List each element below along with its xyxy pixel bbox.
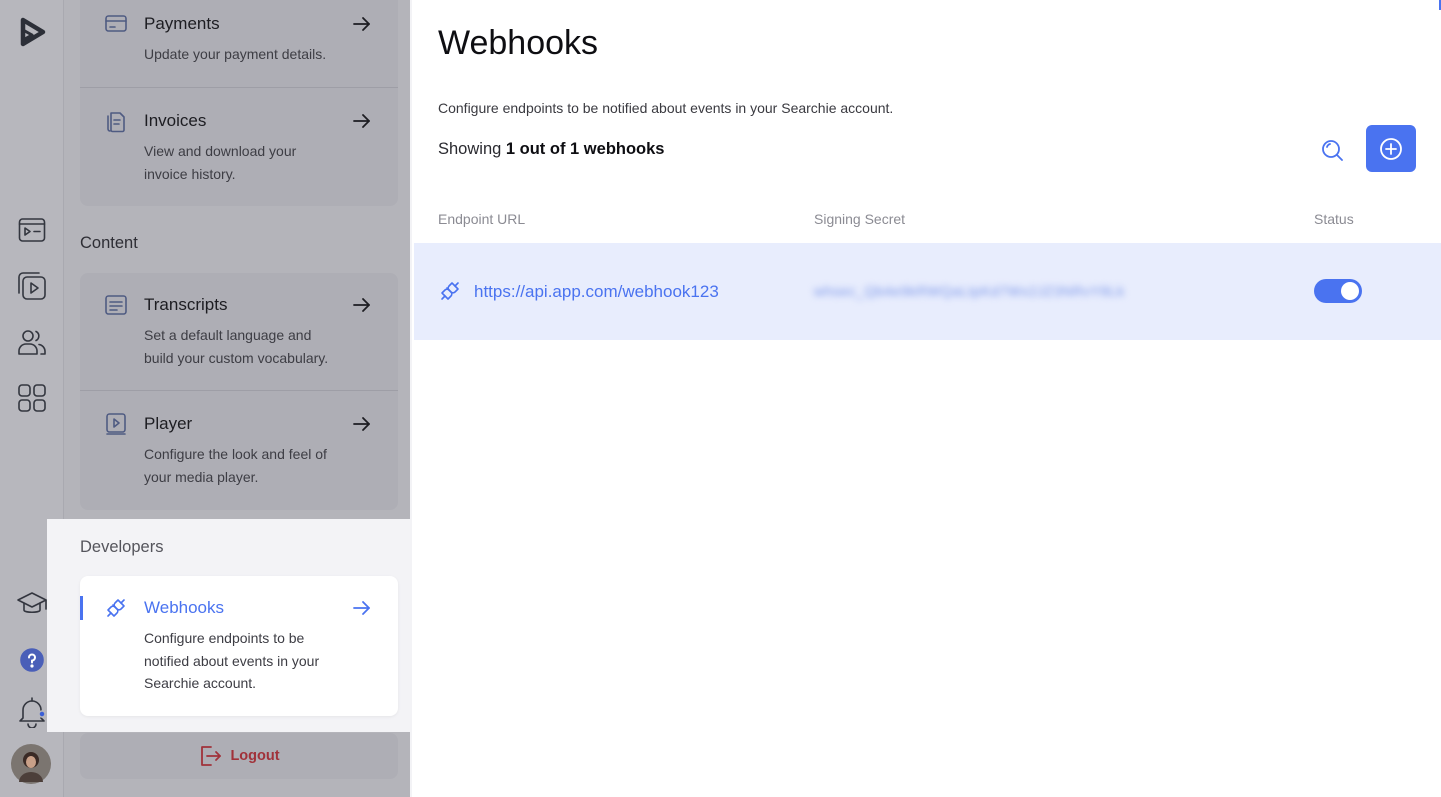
settings-item-desc: Set a default language and build your cu… [144,327,329,366]
settings-item-desc: Update your payment details. [144,46,327,62]
endpoint-url-link[interactable]: https://api.app.com/webhook123 [474,282,719,302]
notification-bell-icon[interactable] [14,694,50,730]
settings-item-title: Webhooks [144,598,225,617]
help-icon[interactable] [14,642,50,678]
player-icon [104,412,128,436]
settings-item-title: Payments [144,14,220,33]
media-library-icon[interactable] [14,268,50,304]
transcript-icon [104,293,128,317]
table-row[interactable]: https://api.app.com/webhook123 whsec_Qb4… [414,243,1441,340]
plug-icon [104,596,128,620]
divider [80,87,398,88]
arrow-right-icon [352,111,372,131]
arrow-right-icon [352,295,372,315]
plug-icon [438,279,462,303]
webhooks-page: Webhooks Configure endpoints to be notif… [412,0,1441,797]
column-header-endpoint[interactable]: Endpoint URL [438,211,525,227]
section-heading-content: Content [80,234,138,252]
settings-item-desc: Configure the look and feel of your medi… [144,446,327,485]
divider [80,390,398,391]
results-count-prefix: Showing [438,140,502,158]
settings-item-transcripts[interactable]: Transcripts Set a default language and b… [80,293,398,383]
toggle-knob [1341,282,1359,300]
column-header-status[interactable]: Status [1314,211,1354,227]
search-button[interactable] [1318,136,1346,164]
page-title: Webhooks [438,24,599,62]
add-webhook-button[interactable] [1366,125,1416,172]
settings-item-invoices[interactable]: Invoices View and download your invoice … [80,109,398,199]
logout-icon [201,746,222,766]
settings-item-player[interactable]: Player Configure the look and feel of yo… [80,412,398,502]
settings-item-desc: View and download your invoice history. [144,143,297,182]
search-icon [1322,140,1343,161]
logout-button[interactable]: Logout [80,733,398,779]
results-count-value: 1 out of 1 webhooks [505,140,665,158]
users-icon[interactable] [14,324,50,360]
user-avatar[interactable] [11,744,51,784]
page-subtitle: Configure endpoints to be notified about… [438,100,894,116]
settings-item-title: Transcripts [144,295,228,314]
arrow-right-icon [352,598,372,618]
settings-item-desc: Configure endpoints to be notified about… [144,630,320,691]
settings-item-title: Invoices [144,111,207,130]
billing-card: Payments Update your payment details. In… [80,0,398,206]
content-card: Transcripts Set a default language and b… [80,273,398,510]
developers-section: Developers Webhooks Configure endpoints … [47,519,411,732]
status-toggle[interactable] [1314,279,1362,303]
signing-secret-value[interactable]: whsec_Qb4e9kRWQaLtpKd7Wx2JZ3NRvY8Lk [814,283,1125,299]
developers-card: Webhooks Configure endpoints to be notif… [80,576,398,716]
settings-item-payments[interactable]: Payments Update your payment details. [80,12,398,92]
invoice-icon [104,109,128,133]
results-count: Showing 1 out of 1 webhooks [438,140,665,159]
plus-circle-icon [1380,137,1402,160]
settings-item-title: Player [144,414,193,433]
column-header-secret[interactable]: Signing Secret [814,211,905,227]
logout-label: Logout [230,748,280,764]
section-heading-developers: Developers [80,538,164,556]
dashboard-grid-icon[interactable] [14,380,50,416]
video-list-icon[interactable] [14,212,50,248]
arrow-right-icon [352,14,372,34]
app-logo-icon[interactable] [14,14,50,50]
settings-item-webhooks[interactable]: Webhooks Configure endpoints to be notif… [80,596,398,706]
arrow-right-icon [352,414,372,434]
graduation-cap-icon[interactable] [14,586,50,622]
credit-card-icon [104,12,128,36]
